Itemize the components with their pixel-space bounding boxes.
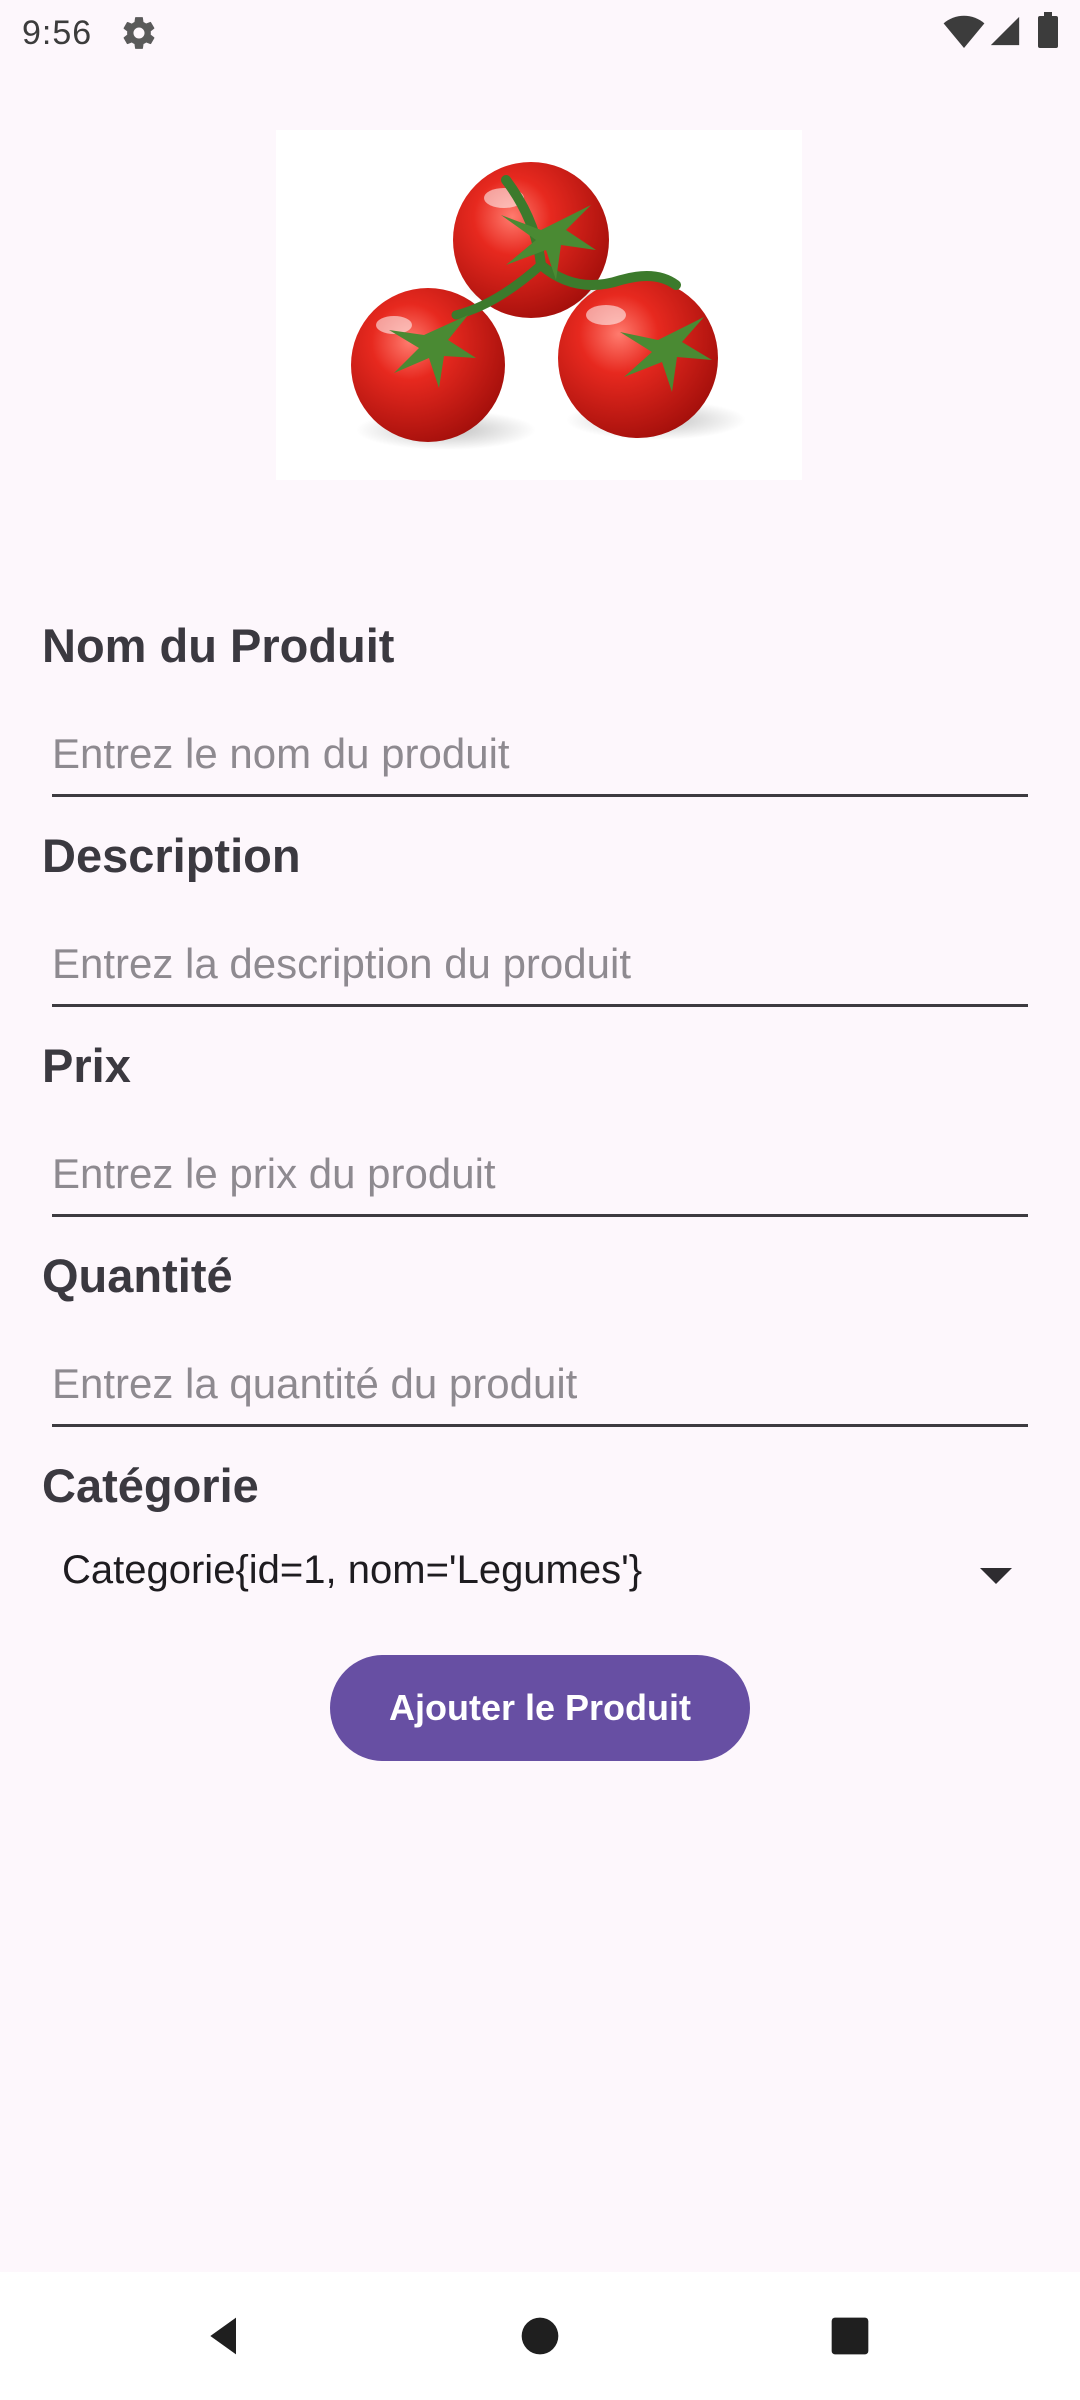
gear-icon bbox=[123, 17, 155, 49]
category-label: Catégorie bbox=[42, 1459, 259, 1512]
price-input[interactable] bbox=[52, 1142, 1028, 1217]
recents-button[interactable] bbox=[790, 2272, 910, 2400]
navigation-bar bbox=[0, 2272, 1080, 2400]
back-button[interactable] bbox=[165, 2272, 285, 2400]
status-time: 9:56 bbox=[22, 14, 93, 52]
home-icon bbox=[521, 2317, 559, 2355]
product-name-label: Nom du Produit bbox=[42, 619, 395, 672]
signal-icon bbox=[990, 16, 1020, 46]
home-button[interactable] bbox=[480, 2272, 600, 2400]
category-selected-value: Categorie{id=1, nom='Legumes'} bbox=[62, 1548, 643, 1592]
quantity-label: Quantité bbox=[42, 1249, 233, 1302]
dropdown-arrow-icon bbox=[980, 1568, 1012, 1584]
battery-icon bbox=[1038, 12, 1058, 48]
product-name-input[interactable] bbox=[52, 722, 1028, 797]
wifi-icon bbox=[943, 15, 985, 48]
tomatoes-image bbox=[351, 162, 746, 450]
recents-icon bbox=[831, 2317, 869, 2355]
price-label: Prix bbox=[42, 1039, 131, 1092]
add-product-button[interactable]: Ajouter le Produit bbox=[330, 1655, 750, 1761]
description-label: Description bbox=[42, 829, 301, 882]
status-bar: 9:56 bbox=[0, 0, 1080, 64]
quantity-input[interactable] bbox=[52, 1352, 1028, 1427]
product-image bbox=[276, 130, 802, 480]
description-input[interactable] bbox=[52, 932, 1028, 1007]
back-icon bbox=[210, 2317, 236, 2355]
category-spinner[interactable]: Categorie{id=1, nom='Legumes'} bbox=[62, 1540, 1012, 1610]
